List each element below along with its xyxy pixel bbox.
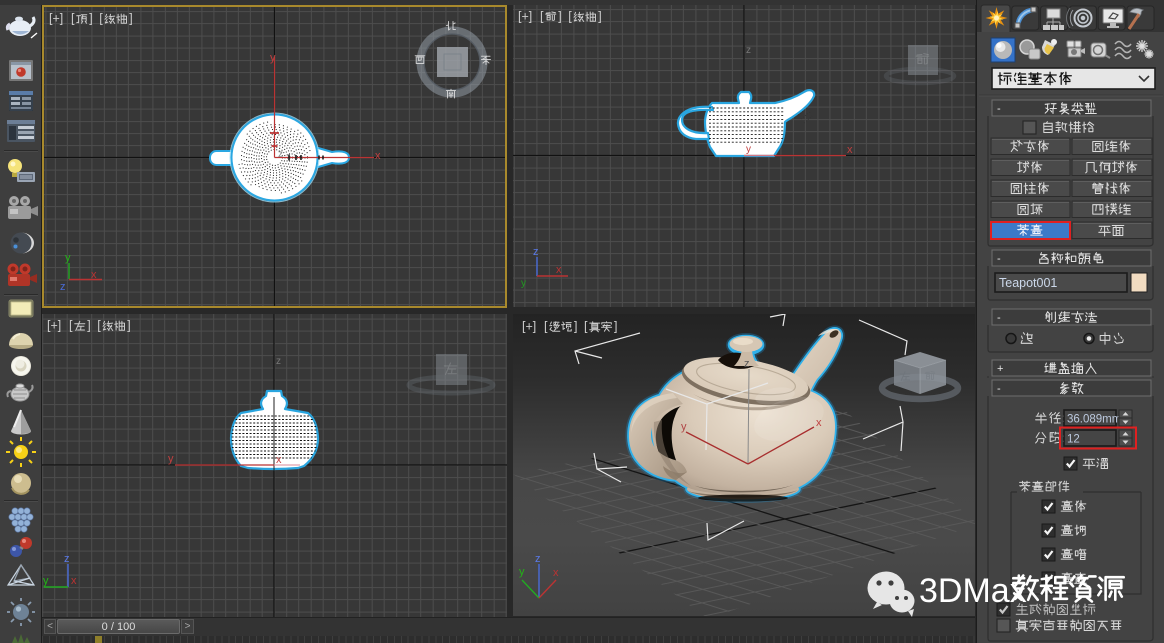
svg-text:y: y [43,575,49,587]
svg-text:[: [ [97,319,101,333]
svg-text:[: [ [584,320,588,334]
svg-text:y: y [270,52,276,64]
svg-text:]: ] [558,10,561,24]
svg-text:[: [ [544,320,548,334]
svg-text:x: x [71,575,77,587]
svg-text:y: y [65,252,71,264]
svg-text:[+]: [+] [47,319,61,333]
svg-text:z: z [744,358,750,370]
svg-text:x: x [847,144,853,156]
svg-text:]: ] [598,10,601,24]
svg-text:-: - [997,312,1001,324]
svg-text:y: y [168,453,174,465]
svg-text:+: + [997,363,1003,375]
svg-text:]: ] [614,320,617,334]
svg-text:[: [ [568,10,572,24]
svg-text:x: x [91,269,97,281]
svg-text:-: - [997,253,1001,265]
svg-text:z: z [276,356,281,367]
svg-text:y: y [519,566,525,578]
svg-text:-: - [997,103,1001,115]
svg-text:Teapot001: Teapot001 [999,276,1057,290]
svg-text:12: 12 [1067,434,1080,446]
svg-text:3DMax: 3DMax [919,572,1027,610]
svg-text:[+]: [+] [49,12,63,26]
svg-text:z: z [535,553,541,565]
svg-text:x: x [276,454,282,466]
svg-text:]: ] [87,319,90,333]
svg-text:[+]: [+] [522,320,536,334]
svg-text:]: ] [574,320,577,334]
svg-text:]: ] [127,319,130,333]
svg-text:[: [ [69,319,73,333]
svg-text:x: x [553,567,559,579]
svg-text:-: - [997,383,1001,395]
svg-text:y: y [681,421,687,433]
svg-text:36.089mm: 36.089mm [1067,414,1121,426]
svg-text:[: [ [99,12,103,26]
svg-text:[+]: [+] [518,10,532,24]
svg-text:y: y [521,278,526,289]
svg-text:]: ] [89,12,92,26]
svg-text:x: x [556,264,562,276]
svg-text:[: [ [540,10,544,24]
svg-text:y: y [746,144,751,155]
svg-text:x: x [375,150,381,162]
svg-text:z: z [64,553,70,565]
svg-text:]: ] [129,12,132,26]
svg-text:z: z [746,45,751,56]
svg-text:z: z [533,246,539,258]
svg-text:z: z [60,281,66,293]
svg-text:[: [ [71,12,75,26]
svg-text:z: z [278,149,283,160]
svg-text:x: x [816,417,822,429]
